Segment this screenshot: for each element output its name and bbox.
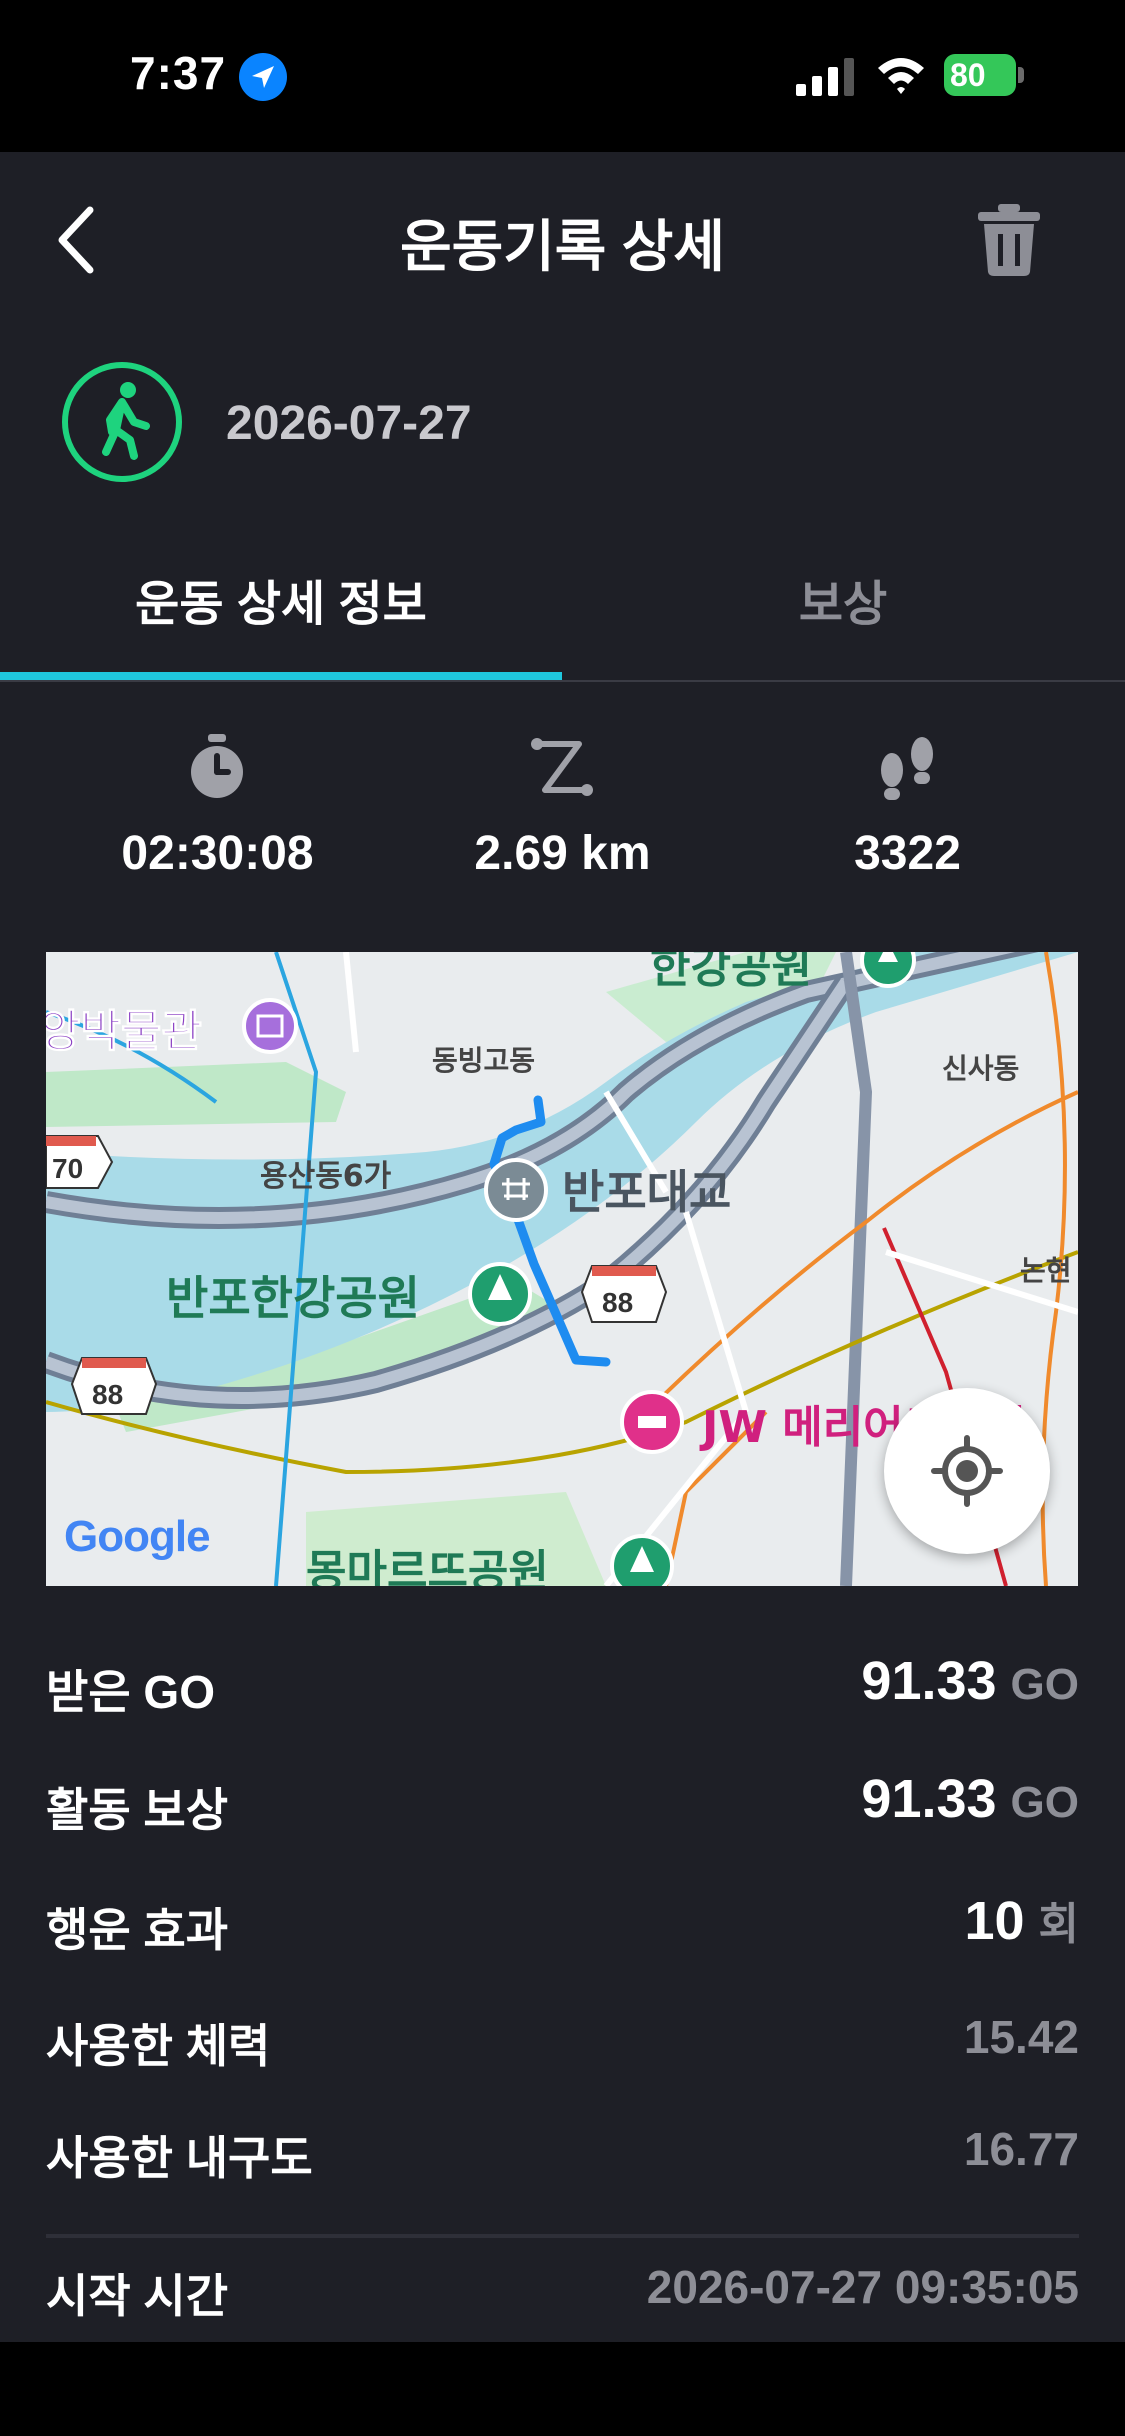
- road-shield-70-label: 70: [52, 1153, 83, 1184]
- road-shield-88a-label: 88: [602, 1287, 633, 1318]
- battery-level: 80: [950, 57, 986, 93]
- row-durability-used-value: 16.77: [963, 2123, 1079, 2175]
- map-label-yongsan6: 용산동6가: [260, 1159, 392, 1194]
- delete-trash-icon[interactable]: [976, 202, 1042, 276]
- row-luck-effect-label: 행운 효과: [46, 1904, 229, 1956]
- activity-date: 2026-07-27: [226, 397, 472, 450]
- map-label-banpo-bridge: 반포대교: [562, 1165, 731, 1219]
- museum-pin-icon: [242, 998, 298, 1054]
- park-pin-banpo-icon: [468, 1262, 532, 1326]
- map-label-banpo-park: 반포한강공원: [166, 1271, 420, 1325]
- row-energy-used-label: 사용한 체력: [46, 2020, 271, 2072]
- row-start-time-value: 2026-07-27 09:35:05: [646, 2261, 1079, 2313]
- battery-cap: [1018, 67, 1024, 83]
- row-received-go-value: 91.33 GO: [861, 1650, 1079, 1712]
- activity-reward-unit: GO: [1010, 1778, 1079, 1827]
- row-durability-used: 사용한 내구도 16.77: [46, 2108, 1079, 2188]
- crosshair-icon: [931, 1435, 1003, 1507]
- row-activity-reward-value: 91.33 GO: [861, 1768, 1079, 1830]
- tab-reward[interactable]: 보상: [562, 552, 1124, 678]
- row-activity-reward-label: 활동 보상: [46, 1784, 229, 1836]
- header: 운동기록 상세: [0, 152, 1125, 322]
- received-go-unit: GO: [1010, 1660, 1079, 1709]
- road-shield-88b-label: 88: [92, 1379, 123, 1410]
- section-divider: [46, 2234, 1079, 2238]
- row-received-go-label: 받은 GO: [46, 1666, 215, 1718]
- stat-distance-value: 2.69 km: [474, 827, 651, 880]
- row-start-time-label: 시작 시간: [46, 2270, 229, 2322]
- activity-reward-number: 91.33: [861, 1769, 997, 1829]
- row-received-go: 받은 GO 91.33 GO: [46, 1642, 1079, 1722]
- park-pin-montmartre-icon: [610, 1534, 674, 1586]
- walking-person-icon: [62, 362, 182, 482]
- status-bar: 7:37 80: [0, 0, 1125, 152]
- road-shield-88-right: 88: [580, 1265, 668, 1323]
- row-energy-used: 사용한 체력 15.42: [46, 1996, 1079, 2076]
- row-energy-used-value: 15.42: [963, 2011, 1079, 2063]
- row-luck-effect-value: 10 회: [964, 1888, 1079, 1952]
- map-label-nonhyeon: 논현: [1020, 1254, 1072, 1287]
- stat-duration-value: 02:30:08: [121, 827, 314, 880]
- route-map[interactable]: 70 88 88 앙박물관 한강공원 동빙고동 신사동 용산동6가 반포대교 반…: [46, 952, 1078, 1586]
- luck-effect-number: 10: [964, 1891, 1025, 1951]
- google-logo: Google: [64, 1512, 211, 1562]
- app-screen: 운동기록 상세 2026-07-27 운동 상세 정보 보상 02:30:08 …: [0, 152, 1125, 2342]
- tab-active-indicator: [0, 672, 562, 680]
- map-label-park-top: 한강공원: [650, 952, 812, 993]
- road-shield-88-left: 88: [70, 1357, 158, 1415]
- bridge-pin-icon: [484, 1158, 548, 1222]
- luck-effect-unit: 회: [1038, 1900, 1079, 1949]
- row-durability-used-label: 사용한 내구도: [46, 2132, 313, 2184]
- map-label-montmartre: 몽마르뜨공원: [306, 1546, 549, 1586]
- battery-indicator: 80: [944, 54, 1026, 96]
- my-location-button[interactable]: [884, 1388, 1050, 1554]
- footprints-icon: [881, 737, 933, 800]
- map-label-dongbinggo: 동빙고동: [432, 1044, 535, 1077]
- stat-steps-value: 3322: [854, 827, 961, 880]
- tab-bar: 운동 상세 정보 보상: [0, 552, 1125, 682]
- row-luck-effect: 행운 효과 10 회: [46, 1880, 1079, 1960]
- wifi-icon: [878, 58, 924, 94]
- park-pin-top-icon: [860, 952, 916, 988]
- hotel-pin-icon: [620, 1390, 684, 1454]
- status-time: 7:37: [130, 47, 227, 99]
- location-arrow-icon: [239, 53, 287, 101]
- received-go-number: 91.33: [861, 1651, 997, 1711]
- page-title: 운동기록 상세: [400, 215, 725, 278]
- distance-route-icon: [531, 738, 593, 796]
- row-start-time: 시작 시간 2026-07-27 09:35:05: [46, 2246, 1079, 2326]
- map-label-sinsa: 신사동: [942, 1052, 1019, 1085]
- row-activity-reward: 활동 보상 91.33 GO: [46, 1760, 1079, 1840]
- road-shield-70: 70: [46, 1135, 114, 1189]
- tab-activity-detail[interactable]: 운동 상세 정보: [0, 552, 562, 678]
- map-label-museum: 앙박물관: [46, 1006, 202, 1057]
- google-logo-text: Google: [64, 1512, 211, 1561]
- cellular-signal-icon: [796, 58, 854, 96]
- stopwatch-icon: [191, 734, 243, 798]
